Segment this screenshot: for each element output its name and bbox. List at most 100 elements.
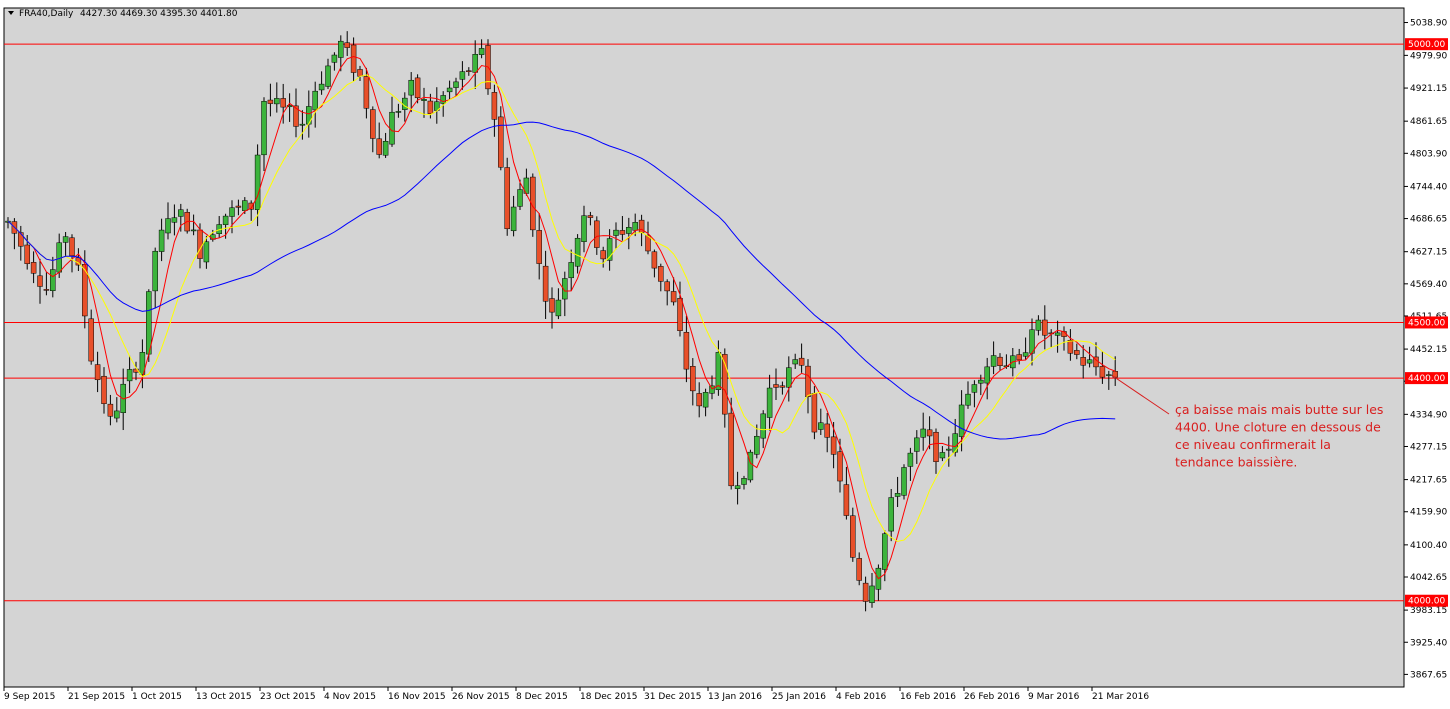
candle-down — [843, 484, 850, 516]
candle-up — [965, 393, 971, 406]
candle-down — [1074, 350, 1080, 355]
candle-up — [741, 478, 747, 485]
x-tick-label: 16 Feb 2016 — [900, 692, 956, 702]
candle-down — [370, 109, 376, 139]
candle-up — [613, 229, 619, 236]
candle-up — [1086, 359, 1093, 364]
annotation-line: tendance baissière. — [1175, 455, 1297, 470]
x-tick-label: 1 Oct 2015 — [132, 692, 182, 702]
candle-up — [946, 448, 952, 451]
candle-down — [664, 281, 670, 292]
x-tick-label: 13 Jan 2016 — [708, 692, 762, 702]
candle-down — [594, 220, 600, 248]
candle-up — [190, 229, 197, 232]
y-tick-label: 4042.65 — [1410, 573, 1447, 583]
x-tick-label: 13 Oct 2015 — [196, 692, 252, 702]
y-tick-label: 3983.15 — [1410, 606, 1447, 616]
x-tick-label: 9 Mar 2016 — [1028, 692, 1080, 702]
candle-down — [677, 298, 683, 331]
candle-up — [261, 101, 267, 156]
candle-down — [658, 266, 664, 282]
candle-up — [229, 207, 235, 217]
candle-down — [683, 332, 690, 370]
y-tick-label: 4159.90 — [1410, 508, 1447, 518]
candle-up — [478, 48, 485, 55]
candle-up — [453, 81, 459, 88]
y-tick-label: 4334.90 — [1410, 410, 1447, 420]
candle-down — [651, 251, 658, 269]
candle-up — [1022, 352, 1029, 357]
candle-up — [50, 269, 56, 291]
candle-down — [1099, 366, 1106, 378]
level-label-text: 4500.00 — [1408, 318, 1445, 328]
x-tick-label: 25 Jan 2016 — [772, 692, 826, 702]
candle-up — [395, 111, 402, 113]
candle-up — [440, 95, 446, 104]
candle-up — [978, 379, 984, 384]
candle-down — [363, 76, 370, 109]
candle-down — [498, 116, 504, 168]
candle-down — [30, 262, 37, 274]
candle-up — [171, 217, 178, 223]
candle-down — [69, 237, 75, 256]
x-tick-label: 21 Sep 2015 — [68, 692, 125, 702]
candle-up — [734, 485, 741, 489]
candle-up — [632, 222, 638, 231]
candle-down — [344, 42, 350, 48]
candle-up — [702, 392, 709, 408]
candle-up — [914, 437, 920, 452]
candle-down — [542, 265, 549, 302]
candle-up — [792, 359, 798, 365]
candle-down — [587, 215, 594, 218]
candle-down — [267, 99, 274, 104]
price-chart[interactable]: 5038.90 4979.90 4921.15 4861.65 4803.90 4744.… — [0, 0, 1450, 709]
candle-up — [126, 369, 133, 382]
x-tick-label: 26 Feb 2016 — [964, 692, 1020, 702]
candle-up — [581, 215, 587, 242]
x-tick-label: 4 Nov 2015 — [324, 692, 376, 702]
candle-down — [824, 423, 830, 438]
candle-up — [939, 452, 946, 459]
candle-up — [318, 83, 325, 91]
candle-up — [331, 54, 338, 63]
x-tick-label: 23 Oct 2015 — [260, 692, 316, 702]
candle-up — [421, 99, 427, 101]
x-tick-label: 4 Feb 2016 — [836, 692, 887, 702]
candle-up — [574, 237, 581, 267]
candle-down — [88, 318, 94, 362]
candle-up — [274, 98, 280, 105]
candle-up — [382, 140, 389, 156]
candle-up — [389, 111, 395, 145]
candle-up — [990, 355, 997, 367]
annotation-line: 4400. Une cloture en dessous de — [1175, 420, 1381, 435]
candle-down — [376, 138, 382, 155]
symbol-label: FRA40,Daily — [19, 9, 74, 19]
candle-down — [997, 356, 1003, 367]
candle-up — [472, 54, 478, 73]
candle-down — [504, 167, 510, 230]
x-tick-label: 21 Mar 2016 — [1092, 692, 1149, 702]
candle-down — [197, 229, 203, 259]
x-tick-label: 18 Dec 2015 — [580, 692, 638, 702]
candle-down — [280, 98, 286, 108]
y-tick-label: 4569.40 — [1410, 280, 1447, 290]
y-tick-label: 4921.15 — [1410, 84, 1447, 94]
candle-up — [158, 229, 165, 252]
x-axis: 9 Sep 2015 21 Sep 2015 1 Oct 2015 13 Oct 20… — [3, 687, 1149, 702]
annotation-line: ça baisse mais mais butte sur les — [1175, 402, 1383, 417]
candle-up — [510, 206, 517, 232]
candle-up — [626, 227, 632, 234]
candle-up — [152, 250, 158, 292]
candle-up — [894, 493, 901, 497]
candle-up — [760, 413, 766, 439]
candle-down — [690, 366, 696, 392]
x-tick-label: 31 Dec 2015 — [644, 692, 702, 702]
candle-down — [350, 44, 357, 73]
x-tick-label: 9 Sep 2015 — [4, 692, 55, 702]
candle-down — [1080, 357, 1086, 366]
candle-up — [165, 218, 171, 234]
candle-up — [754, 435, 760, 455]
candle-up — [901, 467, 907, 496]
candle-up — [459, 71, 466, 80]
candle-down — [862, 582, 869, 602]
